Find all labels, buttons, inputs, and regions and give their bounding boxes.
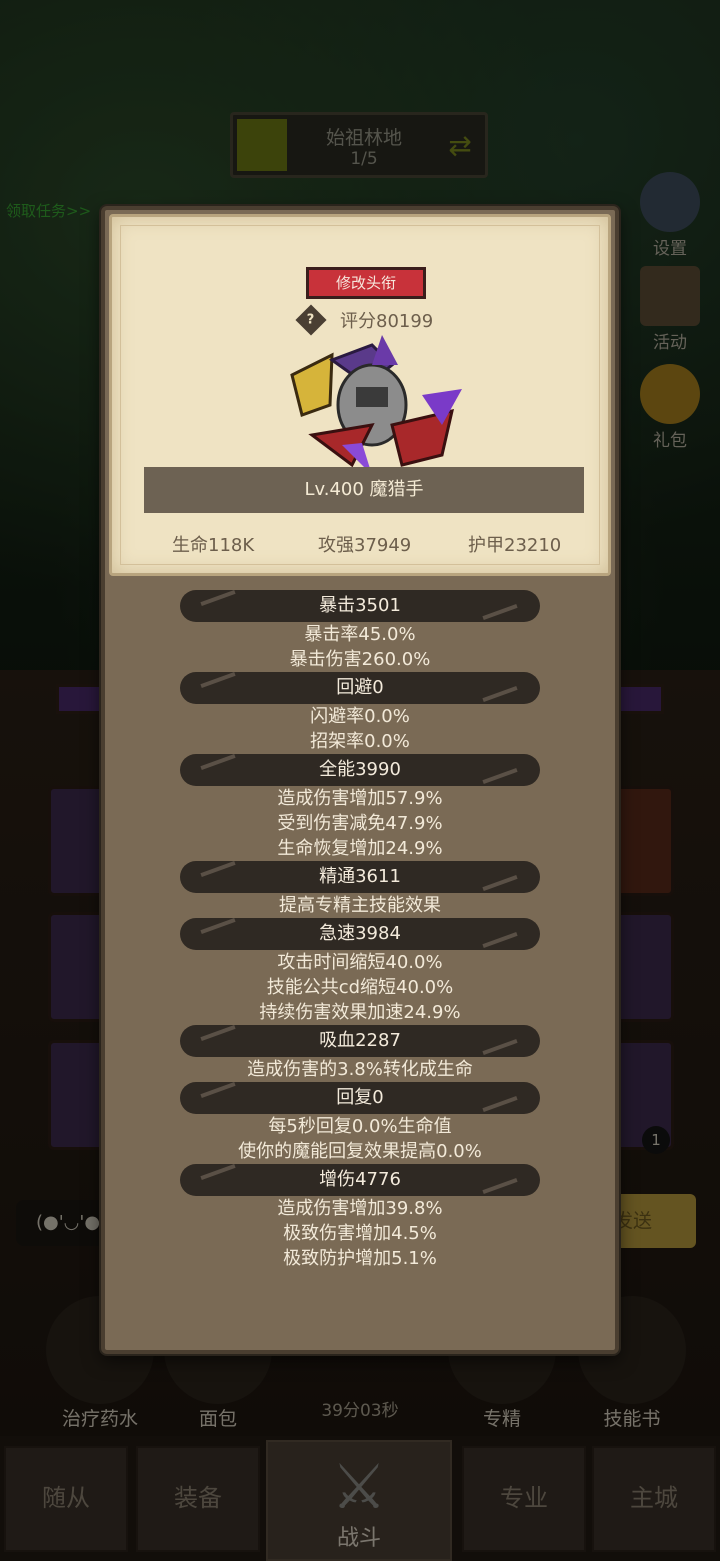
attr-head-evasion: 回避0 (180, 672, 540, 704)
character-name: Lv.400 魔猎手 (144, 467, 584, 513)
change-title-button[interactable]: 修改头衔 (306, 267, 426, 299)
stat-attack: 攻强37949 (318, 535, 412, 556)
attr-head-versatility: 全能3990 (180, 754, 540, 786)
attr-head-regen: 回复0 (180, 1082, 540, 1114)
attr-line: 暴击率45.0% (304, 624, 416, 645)
base-stats: 生命118K 攻强37949 护甲23210 (112, 531, 608, 561)
attr-line: 攻击时间缩短40.0% (277, 952, 443, 973)
attr-head-crit: 暴击3501 (180, 590, 540, 622)
attr-head-damage-bonus: 增伤4776 (180, 1164, 540, 1196)
attr-line: 使你的魔能回复效果提高0.0% (238, 1141, 482, 1162)
attr-line: 造成伤害增加57.9% (277, 788, 443, 809)
attr-line: 技能公共cd缩短40.0% (266, 977, 454, 998)
attr-line: 提高专精主技能效果 (279, 895, 441, 916)
character-attributes-modal: 修改头衔 ? 评分80199 Lv.400 魔猎手 生命118K 攻强37949… (101, 206, 619, 1354)
attr-line: 极致伤害增加4.5% (283, 1223, 437, 1244)
attribute-list: 暴击3501 暴击率45.0% 暴击伤害260.0% 回避0 闪避率0.0% 招… (105, 590, 615, 1271)
character-avatar (290, 335, 462, 475)
attr-head-lifesteal: 吸血2287 (180, 1025, 540, 1057)
attr-line: 受到伤害减免47.9% (277, 813, 443, 834)
stat-hp: 生命118K (172, 535, 255, 556)
attr-line: 持续伤害效果加速24.9% (259, 1002, 461, 1023)
attr-line: 极致防护增加5.1% (283, 1248, 437, 1269)
stat-armor: 护甲23210 (468, 535, 562, 556)
attr-head-mastery: 精通3611 (180, 861, 540, 893)
attr-line: 闪避率0.0% (310, 706, 410, 727)
attr-line: 造成伤害的3.8%转化成生命 (247, 1059, 473, 1080)
attr-line: 每5秒回复0.0%生命值 (268, 1116, 452, 1137)
attr-line: 暴击伤害260.0% (289, 649, 431, 670)
attr-line: 生命恢复增加24.9% (277, 838, 443, 859)
character-card: 修改头衔 ? 评分80199 Lv.400 魔猎手 生命118K 攻强37949… (109, 214, 611, 576)
attr-line: 招架率0.0% (310, 731, 410, 752)
attr-head-haste: 急速3984 (180, 918, 540, 950)
attr-line: 造成伤害增加39.8% (277, 1198, 443, 1219)
